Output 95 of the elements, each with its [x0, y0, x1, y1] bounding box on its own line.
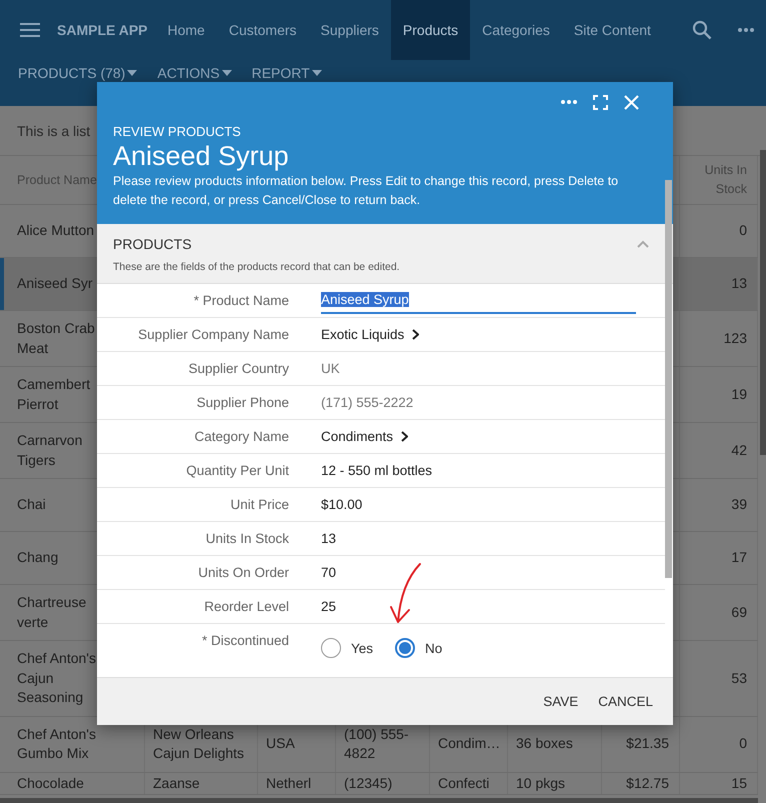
field-label: Supplier Phone — [196, 395, 289, 410]
nav-link[interactable]: Site Content — [562, 0, 663, 60]
table-cell-text: Camembert Pierrot — [17, 375, 92, 414]
dialog-subtitle: REVIEW PRODUCTS — [113, 124, 242, 140]
table-cell-text: $21.35 — [626, 734, 669, 754]
scrollbar[interactable] — [0, 798, 758, 803]
radio-label[interactable]: No — [425, 640, 442, 656]
column-header[interactable]: Units In Stock — [688, 161, 747, 199]
table-cell: 15 — [731, 774, 747, 792]
section-title: PRODUCTS — [113, 236, 192, 252]
table-cell-text: USA — [266, 734, 295, 754]
table-cell: (12345) — [344, 774, 392, 792]
field-label: Unit Price — [230, 497, 289, 512]
table-cell-text: Aniseed Syr — [17, 274, 92, 294]
field-value: 70 — [321, 565, 336, 580]
table-cell: 10 pkgs — [516, 774, 566, 792]
toolbar-menu[interactable]: ACTIONS — [157, 65, 220, 81]
table-cell-text: 39 — [731, 495, 747, 514]
field-label: * Product Name — [194, 293, 289, 308]
field-label: * Discontinued — [202, 633, 289, 648]
table-cell: Zaanse — [153, 774, 200, 792]
table-cell-text: New Orleans Cajun Delights — [153, 724, 246, 763]
toolbar-menu[interactable]: REPORT — [252, 65, 310, 81]
nav-link[interactable]: Products — [390, 0, 470, 60]
field-value: UK — [321, 361, 340, 376]
table-cell-text: 13 — [731, 274, 747, 294]
table-cell-text: 53 — [731, 668, 747, 688]
table-cell-text: 0 — [739, 221, 747, 240]
table-cell-text: 17 — [731, 548, 747, 568]
table-cell-text: Condim… — [438, 734, 500, 754]
dialog-description: Please review products information below. Press Edit to change this record, press Delete to delete the record, or press Cancel/Close to return back. — [113, 173, 620, 209]
input-field[interactable]: Aniseed Syrup — [321, 288, 636, 314]
table-cell-text: 0 — [739, 734, 747, 754]
table-cell-text: 69 — [731, 602, 747, 622]
table-cell-text: 36 boxes — [516, 734, 573, 754]
table-cell-text: Carnarvon Tigers — [17, 431, 84, 470]
radio-button[interactable] — [321, 638, 341, 658]
field-value: 25 — [321, 599, 336, 614]
table-cell: Chocolade — [17, 774, 84, 792]
radio-label[interactable]: Yes — [351, 640, 374, 656]
scrollbar[interactable] — [760, 150, 766, 455]
field-label: Quantity Per Unit — [186, 463, 289, 478]
nav-link[interactable]: Categories — [470, 0, 562, 60]
table-cell-text: (100) 555-4822 — [344, 724, 410, 763]
field-label: Supplier Country — [188, 361, 289, 376]
caret-icon — [127, 70, 138, 76]
field-value: (171) 555-2222 — [321, 395, 414, 410]
section-header[interactable]: PRODUCTS These are the fields of the products record that can be edited. — [97, 224, 673, 284]
nav-link[interactable]: Suppliers — [308, 0, 391, 60]
caret-icon — [312, 70, 322, 76]
more-icon[interactable] — [738, 28, 754, 32]
app-name[interactable]: SAMPLE APP — [57, 22, 148, 38]
table-cell: Netherl — [266, 774, 312, 792]
table-cell-text: Chang — [17, 548, 58, 568]
table-row[interactable]: Chocolade Zaanse Netherl (12345) Confecti 10 pkgs $12.75 15 — [0, 772, 758, 794]
close-icon[interactable] — [624, 94, 639, 110]
table-cell-text: 19 — [731, 384, 747, 404]
toolbar-menu[interactable]: PRODUCTS (78) — [18, 65, 126, 81]
fullscreen-icon[interactable] — [593, 94, 608, 110]
search-icon[interactable] — [692, 20, 712, 40]
menu-icon[interactable] — [20, 22, 40, 38]
table-cell-text: 123 — [724, 328, 747, 348]
field-label: Units In Stock — [206, 531, 289, 546]
field-value: 12 - 550 ml bottles — [321, 463, 432, 478]
scrollbar[interactable] — [665, 180, 672, 578]
table-cell-text: Chef Anton's Gumbo Mix — [17, 724, 97, 763]
caret-icon — [222, 70, 232, 76]
chevron-right-icon — [412, 329, 420, 340]
table-cell-text: Chai — [17, 495, 46, 514]
field-link[interactable]: Exotic Liquids — [321, 327, 404, 342]
table-cell-text: 42 — [731, 440, 747, 460]
table-cell: $12.75 — [626, 774, 669, 792]
table-cell-text: Alice Mutton — [17, 221, 94, 240]
section-hint: These are the fields of the products record that can be edited. — [113, 261, 401, 274]
radio-button[interactable] — [395, 638, 416, 658]
nav-link[interactable]: Home — [156, 0, 217, 60]
table-cell-text: Chef Anton's Cajun Seasoning — [17, 649, 97, 707]
field-label: Reorder Level — [204, 599, 289, 614]
table-cell-text: Chartreuse verte — [17, 593, 88, 632]
dialog-button[interactable]: SAVE — [537, 686, 584, 717]
nav-link[interactable]: Customers — [216, 0, 309, 60]
table-cell: Confecti — [438, 774, 490, 792]
dialog-button[interactable]: CANCEL — [592, 686, 659, 717]
more-icon[interactable] — [561, 100, 577, 104]
field-value: $10.00 — [321, 497, 362, 512]
chevron-icon[interactable] — [637, 240, 649, 248]
dialog-title: Aniseed Syrup — [113, 140, 290, 172]
field-label: Supplier Company Name — [138, 327, 289, 342]
field-label: Category Name — [194, 429, 289, 444]
field-label: Units On Order — [198, 565, 289, 580]
field-value: 13 — [321, 531, 336, 546]
intro-text: This is a list — [17, 122, 90, 138]
field-link[interactable]: Condiments — [321, 429, 394, 444]
chevron-right-icon — [401, 431, 408, 442]
table-cell-text: Boston Crab Meat — [17, 319, 96, 358]
